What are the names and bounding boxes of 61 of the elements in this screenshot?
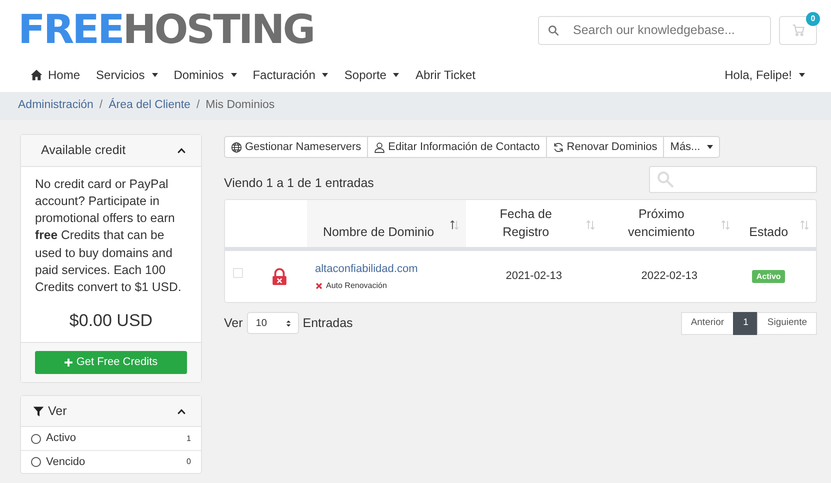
table-cell: 2021-02-13: [506, 270, 562, 282]
status-badge: Activo: [752, 270, 785, 283]
nav-dropdown[interactable]: Facturación: [244, 60, 336, 90]
radio-button[interactable]: [31, 434, 41, 444]
filter-option[interactable]: Vencido 0: [21, 450, 201, 474]
entries-summary: Viendo 1 a 1 de 1 entradas: [224, 175, 374, 192]
refresh-icon: [552, 142, 564, 152]
home-icon: [30, 69, 43, 81]
search-field[interactable]: Search our knowledgebase...: [538, 16, 771, 44]
chevron-up-icon: [176, 146, 187, 156]
action-button[interactable]: Gestionar Nameservers: [224, 136, 368, 158]
table-cell: 2022-02-13: [641, 270, 698, 282]
breadcrumb-separator: /: [196, 98, 200, 114]
sort-icon: [449, 218, 460, 231]
column-header[interactable]: Próximo vencimiento: [616, 206, 706, 241]
page-button[interactable]: Siguiente: [757, 312, 817, 334]
panel-title: Ver: [48, 402, 67, 420]
breadcrumb-current: Mis Dominios: [206, 98, 275, 114]
action-button[interactable]: Renovar Dominios: [546, 136, 664, 158]
page-button[interactable]: 1: [733, 312, 758, 334]
search-icon: [657, 171, 674, 188]
sort-icon: [799, 218, 810, 231]
breadcrumb-separator: /: [99, 98, 103, 114]
cart-count-badge: 0: [806, 12, 820, 26]
panel-title: Available credit: [41, 142, 126, 159]
credit-amount: $0.00 USD: [68, 310, 154, 332]
filter-option[interactable]: Activo 1: [21, 427, 201, 450]
column-header[interactable]: Fecha de Registro: [480, 206, 571, 241]
globe-icon: [231, 142, 242, 152]
breadcrumb-link[interactable]: Administración: [18, 97, 94, 115]
plus-icon: [64, 358, 74, 367]
filter-icon: [33, 406, 44, 417]
row-checkbox[interactable]: [233, 268, 243, 278]
cart-button[interactable]: [779, 16, 817, 44]
page-length-select[interactable]: 10: [246, 312, 299, 334]
sort-icon: [584, 218, 596, 231]
action-button[interactable]: Editar Información de Contacto: [367, 136, 547, 158]
search-icon: [548, 24, 559, 36]
page-length-label: Entradas: [302, 314, 353, 332]
page-button[interactable]: Anterior: [680, 312, 734, 334]
user-menu[interactable]: Hola, Felipe!: [716, 60, 813, 90]
chevron-up-icon: [176, 406, 187, 416]
nav-dropdown[interactable]: Dominios: [166, 60, 245, 90]
auto-renew-label: Auto Renovación: [326, 280, 387, 292]
nav-link[interactable]: Home: [22, 60, 88, 90]
radio-button[interactable]: [31, 457, 41, 468]
more-dropdown-button[interactable]: Más...: [663, 136, 720, 158]
page-length-label: Ver: [224, 314, 243, 332]
column-header[interactable]: Estado: [749, 224, 788, 241]
sort-icon: [720, 218, 732, 231]
nav-dropdown[interactable]: Soporte: [336, 60, 408, 90]
nav-dropdown[interactable]: Servicios: [88, 60, 166, 90]
nav-link[interactable]: Abrir Ticket: [407, 60, 484, 90]
logo[interactable]: FREEHOSTING: [18, 10, 314, 50]
cart-icon: [792, 24, 804, 36]
domain-link[interactable]: altaconfiabilidad.com: [315, 263, 418, 275]
table-search-field[interactable]: [649, 166, 817, 193]
breadcrumb-link[interactable]: Área del Cliente: [108, 97, 190, 115]
updown-icon: [284, 318, 292, 328]
user-icon: [374, 142, 386, 152]
credit-description: No credit card or PayPal account? Participate in promotional offers to earn free Credits that can be used to buy domains and paid services. Each 100 Credits convert to $1 USD.: [34, 176, 182, 296]
